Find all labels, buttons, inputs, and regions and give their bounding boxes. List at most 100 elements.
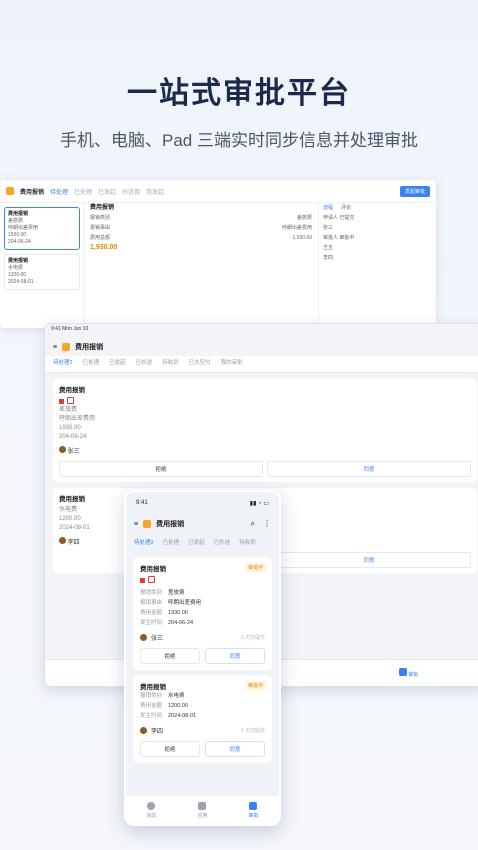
card-field: 报销类别 水电费 [140, 691, 265, 701]
nav-approval[interactable]: 审批 [248, 801, 259, 819]
tab[interactable]: 已大空付 [189, 358, 211, 370]
tab[interactable]: 待收到 [239, 538, 256, 550]
card-line: 水电费 [8, 265, 24, 271]
flow-step: 王五 [323, 245, 334, 251]
card-line: 差旅费 [8, 218, 24, 224]
desktop-tab[interactable]: 待处理 [50, 187, 68, 196]
card-field: 204-06-24 [59, 434, 87, 440]
phone-bottom-nav: 消息 应用 审批 [126, 796, 279, 824]
card-field: 1930.00 [59, 425, 81, 431]
tab-comments[interactable]: 评论 [341, 204, 351, 212]
desktop-tab[interactable]: 已处理 [74, 187, 92, 196]
tab[interactable]: 已抄送 [214, 538, 231, 550]
subheadline: 手机、电脑、Pad 三端实时同步信息并处理审批 [60, 131, 418, 150]
desktop-tab[interactable]: 抄送我 [122, 187, 140, 196]
nav-messages[interactable]: 消息 [146, 801, 157, 819]
field-key: 费用金额 [140, 703, 163, 709]
status-badge: 审批中 [244, 563, 266, 572]
field-value: 204-06-24 [168, 620, 194, 626]
amount-total: 1,930.00 [90, 244, 118, 251]
desktop-tab[interactable]: 已发起 [98, 187, 116, 196]
card-field: 差旅费 [59, 407, 78, 413]
list-item[interactable]: 费用报销 审批中 报销类别 差旅费 报销事由 呼朗出差费用 费用金额 1930.00 … [133, 557, 272, 670]
apps-icon [198, 801, 207, 810]
tab[interactable]: 已处理 [163, 538, 180, 550]
field-value: 差旅费 [168, 590, 185, 596]
card-title: 费用报销 [59, 387, 85, 394]
field-value: 1200.00 [168, 703, 188, 709]
phone-status-bar: 9:41 ▮▮ ◔ ▭ [126, 492, 279, 512]
submitted-ago: 6 天前提交 [240, 728, 265, 734]
flag-icon [140, 578, 145, 583]
detail-row: 费用总额 1,930.00 [86, 233, 316, 243]
approve-button[interactable]: 同意 [267, 552, 471, 568]
signal-icon: ▮▮ ◔ ▭ [249, 501, 269, 507]
card-field: 呼朗出差费用 [59, 416, 96, 422]
nav-apps[interactable]: 应用 [197, 801, 208, 819]
reject-button[interactable]: 拒绝 [59, 461, 263, 477]
nav-label: 审批 [408, 672, 419, 678]
tab[interactable]: 已发起 [109, 358, 126, 370]
more-icon[interactable]: ⋮ [263, 519, 271, 529]
card-field: 发生时间 2024-08-01 [140, 711, 265, 721]
desktop-tab[interactable]: 我发起 [146, 187, 164, 196]
menu-icon[interactable]: ≡ [134, 521, 138, 528]
detail-value: 1,930.00 [292, 235, 312, 241]
tab[interactable]: 待收到 [162, 358, 179, 370]
tab[interactable]: 已抄送 [136, 358, 153, 370]
new-approval-button[interactable]: 发起审批 [399, 185, 430, 197]
card-date: 204-06-24 [8, 239, 31, 245]
tablet-status-time: 9:41 Mon Jun 10 [51, 326, 89, 332]
reject-button[interactable]: 拒绝 [140, 741, 200, 757]
tab-flow[interactable]: 流程 [323, 204, 333, 212]
field-value: 呼朗出差费用 [168, 600, 202, 606]
approval-icon [249, 801, 258, 810]
field-key: 发生时间 [140, 620, 163, 626]
field-key: 报销事由 [140, 600, 163, 606]
field-value: 1930.00 [168, 610, 188, 616]
app-logo-icon [143, 520, 152, 528]
status-badge: 审批中 [244, 681, 266, 690]
tab[interactable]: 我的审批 [221, 358, 243, 370]
tab-pending[interactable]: 待处理2 [53, 358, 73, 370]
tablet-header: ≡ 费用报销 [45, 338, 478, 356]
tab-pending[interactable]: 待处理2 [134, 538, 154, 550]
nav-label: 审批 [248, 812, 259, 819]
applicant-name: 张三 [67, 449, 80, 455]
tab[interactable]: 已发起 [188, 538, 205, 550]
tablet-tabs: 待处理2 已处理 已发起 已抄送 待收到 已大空付 我的审批 [45, 356, 478, 373]
list-item[interactable]: 费用报销 差旅费 呼朗出差费用 1930.00 204-06-24 [4, 207, 80, 250]
approve-button[interactable]: 同意 [267, 461, 471, 477]
card-line: 1930.00 [8, 232, 27, 238]
card-date: 2024-08-01 [8, 279, 34, 285]
approve-button[interactable]: 同意 [205, 648, 265, 664]
search-icon[interactable]: ⌕ [251, 519, 255, 529]
field-key: 发生时间 [140, 713, 163, 719]
desktop-detail: 费用报销 报销类别 差旅费 报销事由 呼朗出差费用 费用总额 1,930.00 1,9… [86, 203, 316, 328]
field-key: 报销类别 [140, 693, 163, 699]
list-item[interactable]: 费用报销 差旅费 呼朗出差费用 1930.00 204-06-24 张三 拒绝 … [53, 379, 477, 482]
stamp-icon [67, 397, 74, 404]
desktop-list: 费用报销 差旅费 呼朗出差费用 1930.00 204-06-24 费用报销 水… [0, 203, 85, 328]
flag-icon [59, 399, 64, 404]
message-icon [147, 801, 156, 810]
desktop-topbar: 费用报销 待处理 已处理 已发起 抄送我 我发起 发起审批 [0, 180, 436, 203]
list-item[interactable]: 费用报销 审批中 报销类别 水电费 费用金额 1200.00 发生时间 2024-08… [133, 675, 272, 763]
list-item[interactable]: 费用报销 水电费 1200.00 2024-08-01 [4, 254, 80, 290]
detail-title: 费用报销 [90, 205, 115, 211]
card-title: 费用报销 [8, 258, 29, 264]
nav-approval[interactable]: 审批 [398, 668, 419, 678]
field-key: 费用金额 [140, 610, 163, 616]
detail-row: 报销事由 呼朗出差费用 [86, 223, 316, 233]
avatar [59, 446, 66, 453]
phone-tabs: 待处理2 已处理 已发起 已抄送 待收到 [126, 536, 279, 552]
menu-icon[interactable]: ≡ [53, 344, 57, 351]
reject-button[interactable]: 拒绝 [140, 648, 200, 664]
approve-button[interactable]: 同意 [205, 741, 265, 757]
app-logo-icon [6, 187, 14, 195]
applicant-name: 李四 [67, 540, 80, 546]
tab[interactable]: 已处理 [83, 358, 100, 370]
submitted-ago: 3 天前提交 [240, 635, 265, 641]
detail-value: 呼朗出差费用 [281, 225, 312, 231]
flow-step: 李四 [323, 255, 334, 261]
